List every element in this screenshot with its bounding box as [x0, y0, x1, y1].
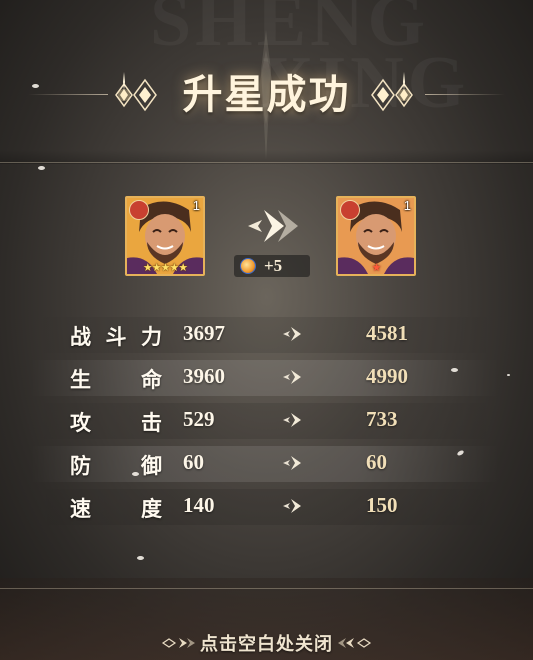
- stat-row-speed: 速度 140 150: [0, 485, 533, 528]
- title-banner: 升星成功: [0, 0, 533, 170]
- stat-label: 防御: [70, 453, 162, 478]
- hero-card-after: 1 ★: [336, 196, 416, 276]
- stat-label: 速度: [70, 496, 162, 521]
- upgrade-arrow-icon: [248, 210, 298, 242]
- stat-new-value: 150: [366, 493, 398, 517]
- divider-bottom: [0, 588, 533, 589]
- stat-new-value: 4990: [366, 364, 408, 388]
- stat-new-value: 733: [366, 407, 398, 431]
- stat-old-value: 140: [183, 493, 215, 517]
- petal-decoration: [137, 556, 144, 560]
- close-hint-text[interactable]: 点击空白处关闭: [200, 634, 333, 655]
- star-gem-icon: [240, 258, 256, 274]
- stat-new-value: 60: [366, 450, 387, 474]
- stats-list: 战斗力 3697 4581 生命 3960 4990 攻击 529 733 防御…: [0, 313, 533, 528]
- petal-decoration: [451, 368, 458, 372]
- petal-decoration: [38, 166, 45, 170]
- hero-stars-after: ★: [371, 261, 382, 274]
- close-hint[interactable]: 点击空白处关闭: [0, 630, 533, 656]
- stat-label: 攻击: [70, 410, 162, 435]
- hero-card-before: 1 ★★★★★: [125, 196, 205, 276]
- stat-arrow-icon: [283, 327, 301, 341]
- stat-row-defense: 防御 60 60: [0, 442, 533, 485]
- stat-row-attack: 攻击 529 733: [0, 399, 533, 442]
- petal-decoration: [32, 84, 39, 88]
- petal-decoration: [507, 374, 510, 376]
- stat-arrow-icon: [283, 499, 301, 513]
- fire-element-icon: [340, 200, 360, 220]
- stat-label: 生命: [70, 367, 162, 392]
- hero-stars-before: ★★★★★: [142, 261, 188, 274]
- petal-decoration: [132, 472, 139, 476]
- hint-ornament-left-icon: [161, 638, 195, 648]
- stat-old-value: 3960: [183, 364, 225, 388]
- divider-top: [0, 162, 533, 163]
- stat-row-hp: 生命 3960 4990: [0, 356, 533, 399]
- stat-old-value: 60: [183, 450, 204, 474]
- stat-new-value: 4581: [366, 321, 408, 345]
- stat-arrow-icon: [283, 456, 301, 470]
- upgrade-cost-chip: +5: [234, 255, 310, 277]
- hero-level: 1: [192, 198, 200, 213]
- hint-ornament-right-icon: [338, 638, 372, 648]
- fire-element-icon: [129, 200, 149, 220]
- stat-old-value: 529: [183, 407, 215, 431]
- stat-label: 战斗力: [70, 324, 162, 349]
- upgrade-cost-amount: +5: [264, 256, 283, 275]
- hero-level: 1: [403, 198, 411, 213]
- stat-row-power: 战斗力 3697 4581: [0, 313, 533, 356]
- page-title: 升星成功: [182, 71, 351, 118]
- stat-arrow-icon: [283, 413, 301, 427]
- stat-old-value: 3697: [183, 321, 225, 345]
- stat-arrow-icon: [283, 370, 301, 384]
